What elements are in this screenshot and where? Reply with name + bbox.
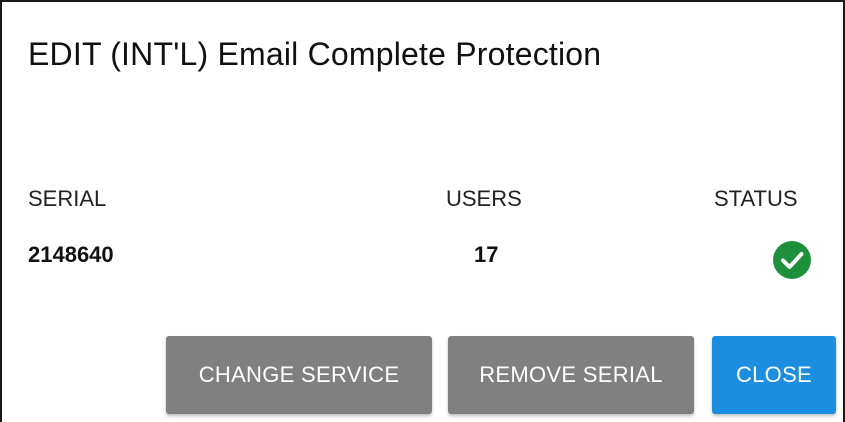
users-column-header: USERS — [446, 186, 522, 211]
users-value: 17 — [474, 242, 499, 267]
status-column-header: STATUS — [714, 186, 798, 211]
close-button[interactable]: CLOSE — [712, 336, 836, 414]
serial-column-header: SERIAL — [28, 186, 107, 211]
dialog-title: EDIT (INT'L) Email Complete Protection — [28, 36, 602, 72]
remove-serial-button[interactable]: REMOVE SERIAL — [448, 336, 694, 414]
change-service-button[interactable]: CHANGE SERVICE — [166, 336, 432, 414]
edit-service-dialog: EDIT (INT'L) Email Complete Protection S… — [0, 0, 845, 422]
serial-value: 2148640 — [28, 242, 114, 267]
check-circle-icon — [773, 241, 811, 279]
